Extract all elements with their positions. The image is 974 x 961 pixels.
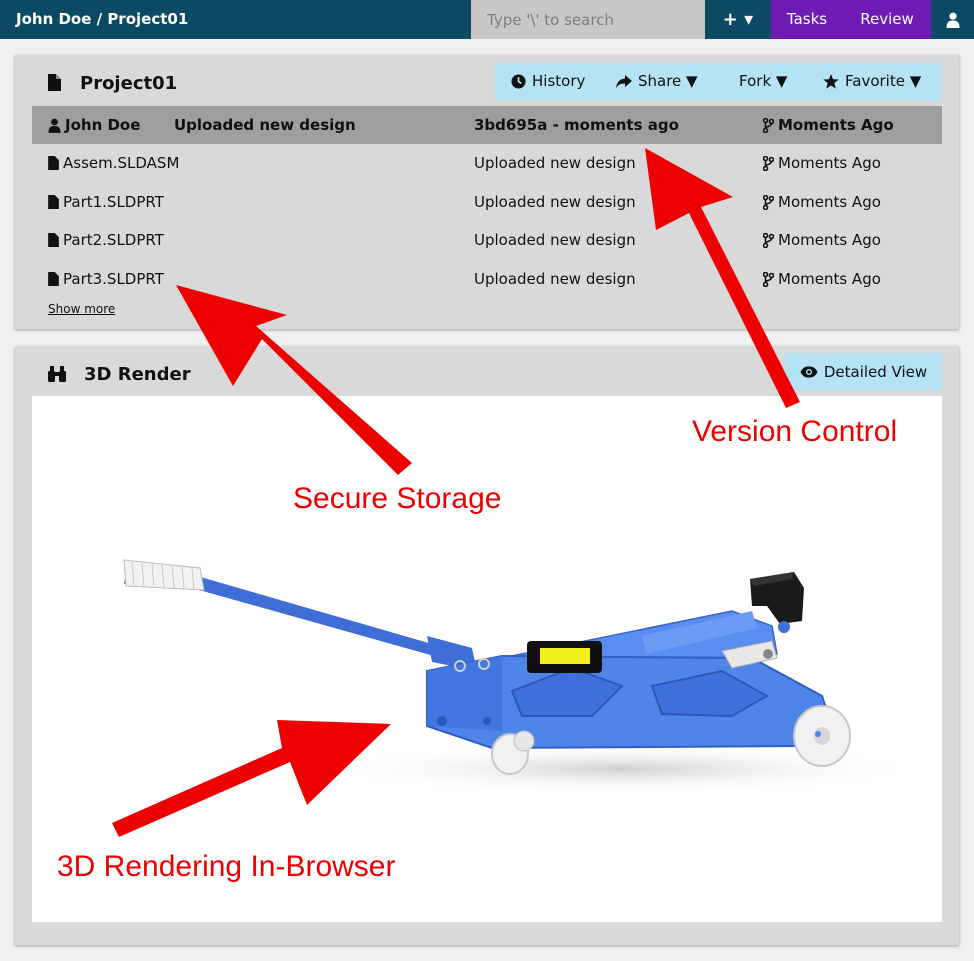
user-icon bbox=[946, 12, 959, 28]
project-title: Project01 bbox=[80, 73, 178, 94]
file-row-message: Uploaded new design bbox=[474, 193, 636, 211]
file-icon bbox=[48, 74, 61, 91]
eye-icon bbox=[800, 366, 818, 377]
annotation-secure-storage: Secure Storage bbox=[293, 482, 502, 515]
file-icon bbox=[48, 233, 59, 247]
search-input[interactable] bbox=[471, 0, 705, 39]
share-icon bbox=[616, 74, 632, 88]
render-title: 3D Render bbox=[84, 364, 191, 385]
floor-jack-model bbox=[123, 559, 922, 795]
file-row-message: Uploaded new design bbox=[474, 154, 636, 172]
detailed-view-button[interactable]: Detailed View bbox=[785, 353, 942, 390]
branch-icon bbox=[763, 155, 774, 171]
file-row-message: Uploaded new design bbox=[474, 270, 636, 288]
file-row-name[interactable]: Assem.SLDASM bbox=[48, 154, 179, 172]
branch-icon bbox=[763, 117, 774, 133]
file-row-time: Moments Ago bbox=[763, 193, 881, 211]
3d-render-viewport[interactable] bbox=[32, 396, 942, 922]
commit-hash[interactable]: 3bd695a - moments ago bbox=[474, 116, 679, 134]
show-more-link[interactable]: Show more bbox=[48, 302, 115, 316]
user-icon bbox=[48, 118, 61, 133]
history-button[interactable]: History bbox=[511, 63, 585, 100]
file-row-name[interactable]: Part2.SLDPRT bbox=[48, 231, 164, 249]
review-button[interactable]: Review bbox=[843, 0, 931, 39]
breadcrumb[interactable]: John Doe / Project01 bbox=[16, 0, 188, 39]
branch-icon bbox=[763, 271, 774, 287]
branch-icon bbox=[763, 194, 774, 210]
user-menu-button[interactable] bbox=[931, 0, 974, 39]
file-icon bbox=[48, 156, 59, 170]
binoculars-icon bbox=[48, 366, 66, 382]
star-icon bbox=[823, 74, 839, 89]
fork-button[interactable]: Fork ▼ bbox=[739, 63, 787, 100]
commit-author[interactable]: John Doe bbox=[48, 116, 140, 134]
tasks-button[interactable]: Tasks bbox=[771, 0, 843, 39]
file-row-message: Uploaded new design bbox=[474, 231, 636, 249]
file-icon bbox=[48, 195, 59, 209]
share-button[interactable]: Share ▼ bbox=[616, 63, 698, 100]
file-icon bbox=[48, 272, 59, 286]
file-row-name[interactable]: Part3.SLDPRT bbox=[48, 270, 164, 288]
branch-icon bbox=[763, 232, 774, 248]
commit-message: Uploaded new design bbox=[174, 116, 356, 134]
commit-branch-time: Moments Ago bbox=[763, 116, 894, 134]
file-row-time: Moments Ago bbox=[763, 270, 881, 288]
favorite-button[interactable]: Favorite ▼ bbox=[823, 63, 921, 100]
annotation-version-control: Version Control bbox=[692, 415, 898, 448]
file-row-time: Moments Ago bbox=[763, 154, 881, 172]
annotation-3d-rendering: 3D Rendering In-Browser bbox=[57, 850, 396, 883]
new-dropdown-button[interactable]: + ▾ bbox=[705, 0, 771, 39]
file-row-name[interactable]: Part1.SLDPRT bbox=[48, 193, 164, 211]
file-row-time: Moments Ago bbox=[763, 231, 881, 249]
clock-icon bbox=[511, 74, 526, 89]
